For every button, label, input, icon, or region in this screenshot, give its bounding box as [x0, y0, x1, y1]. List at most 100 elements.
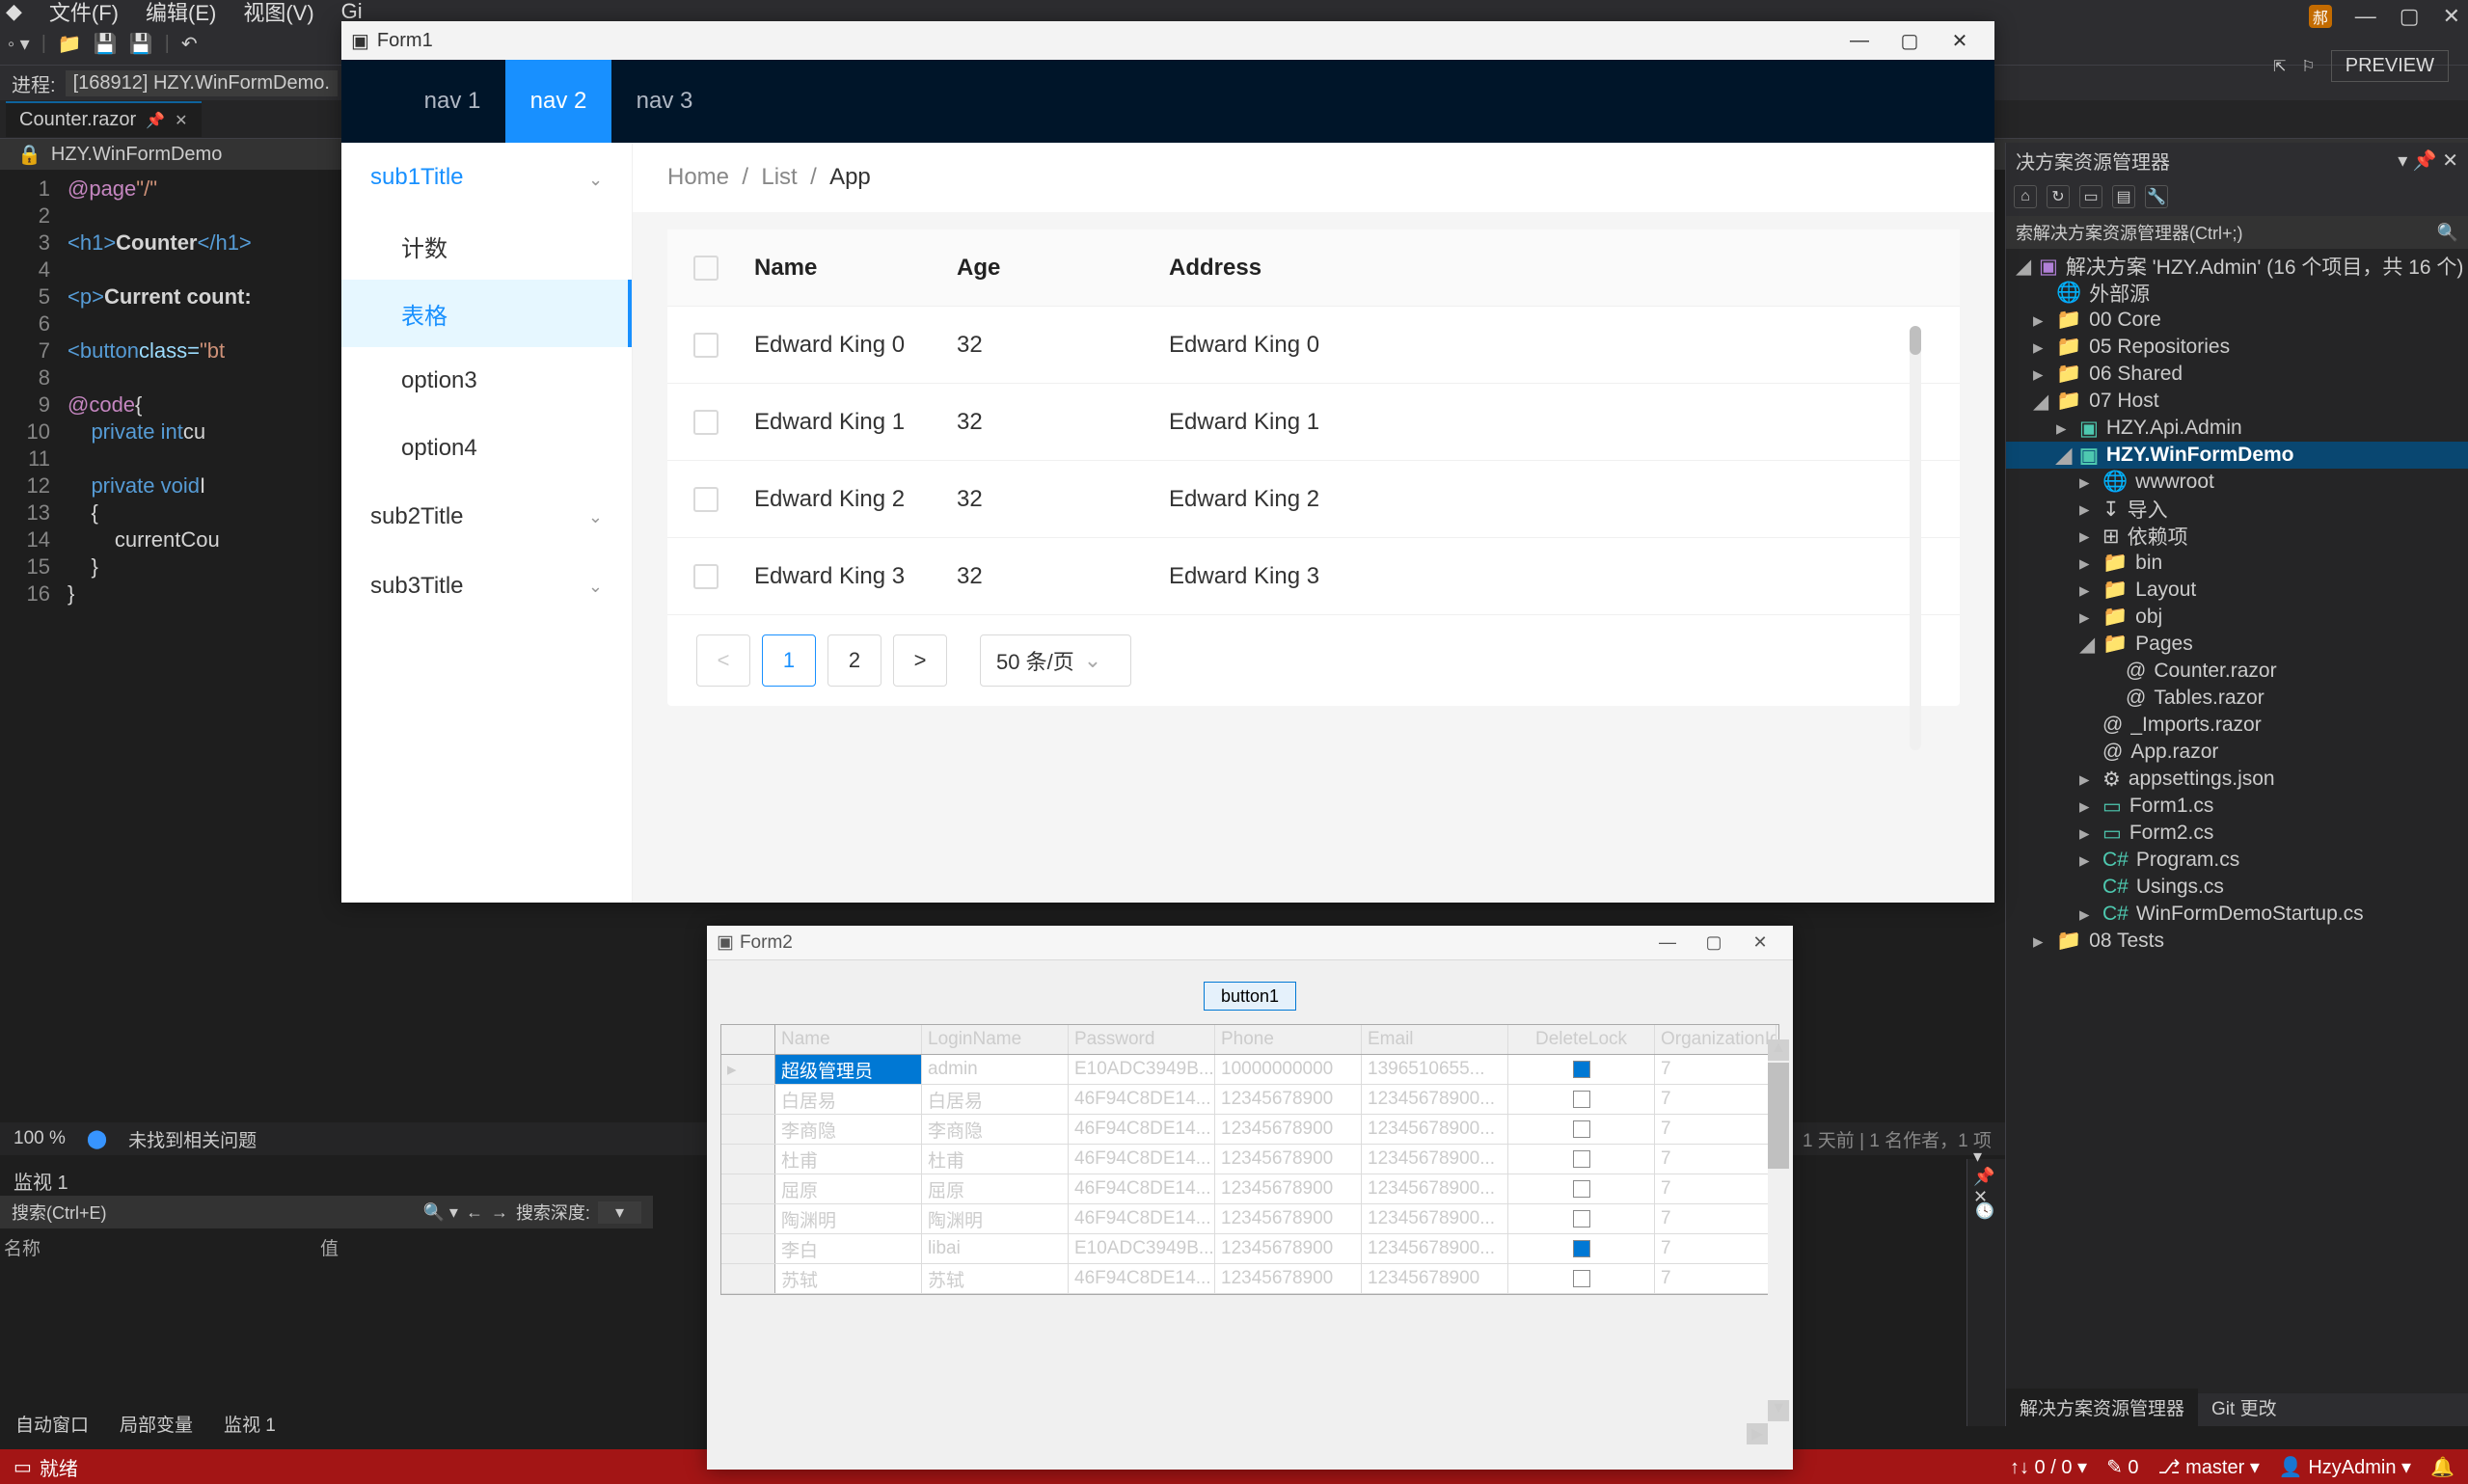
- grid-cell-login[interactable]: 李商隐: [922, 1115, 1069, 1144]
- tab-git-changes[interactable]: Git 更改: [2198, 1389, 2291, 1426]
- nav-tab-1[interactable]: nav 1: [399, 60, 505, 143]
- grid-cell-password[interactable]: E10ADC3949B...: [1069, 1234, 1215, 1263]
- grid-cell-phone[interactable]: 12345678900: [1215, 1234, 1362, 1263]
- tab-locals[interactable]: 局部变量: [104, 1405, 208, 1443]
- grid-scroll-y[interactable]: ▲ ▼: [1768, 1039, 1789, 1421]
- node-startup[interactable]: WinFormDemoStartup.cs: [2136, 903, 2364, 926]
- grid-cell-deletelock[interactable]: [1508, 1115, 1655, 1144]
- grid-cell-orgid[interactable]: 7: [1655, 1264, 1776, 1293]
- row-checkbox[interactable]: [693, 410, 719, 435]
- node-form1[interactable]: Form1.cs: [2129, 795, 2214, 818]
- crumb-home[interactable]: Home: [667, 164, 729, 191]
- node-host[interactable]: 07 Host: [2089, 390, 2158, 413]
- grid-row[interactable]: 李商隐 李商隐 46F94C8DE14... 12345678900 12345…: [721, 1115, 1778, 1145]
- process-value[interactable]: [168912] HZY.WinFormDemo.: [66, 70, 338, 96]
- menu-edit[interactable]: 编辑(E): [146, 0, 216, 27]
- breadcrumb[interactable]: Home / List / App: [633, 143, 1994, 212]
- grid-col-email[interactable]: Email: [1362, 1025, 1508, 1054]
- grid-cell-phone[interactable]: 12345678900: [1215, 1085, 1362, 1114]
- node-apiadmin[interactable]: HZY.Api.Admin: [2106, 417, 2242, 440]
- nav-tab-3[interactable]: nav 3: [611, 60, 718, 143]
- git-changes-count[interactable]: 0: [2128, 1457, 2138, 1478]
- window-close-icon[interactable]: ✕: [2443, 4, 2460, 29]
- node-imports-razor[interactable]: _Imports.razor: [2130, 714, 2261, 737]
- page-prev-button[interactable]: <: [696, 634, 750, 687]
- col-name[interactable]: Name: [745, 255, 957, 282]
- feedback-icon[interactable]: ⚐: [2301, 57, 2315, 76]
- git-branch[interactable]: master: [2185, 1457, 2244, 1478]
- tab-watch[interactable]: 监视 1: [208, 1405, 291, 1443]
- watch-search[interactable]: 搜索(Ctrl+E) 🔍 ▾←→ 搜索深度: ▾: [0, 1196, 653, 1228]
- data-grid[interactable]: Name LoginName Password Phone Email Dele…: [720, 1024, 1779, 1295]
- grid-cell-deletelock[interactable]: [1508, 1085, 1655, 1114]
- filter-icon[interactable]: ▤: [2112, 185, 2135, 208]
- side-option-1[interactable]: 计数: [341, 212, 632, 280]
- grid-corner[interactable]: [721, 1025, 775, 1054]
- account-avatar[interactable]: 郝: [2309, 5, 2332, 28]
- tab-autos[interactable]: 自动窗口: [0, 1405, 104, 1443]
- preview-button[interactable]: PREVIEW: [2331, 50, 2449, 82]
- grid-row-header[interactable]: [721, 1174, 775, 1203]
- grid-cell-login[interactable]: 白居易: [922, 1085, 1069, 1114]
- grid-cell-orgid[interactable]: 7: [1655, 1204, 1776, 1233]
- grid-cell-phone[interactable]: 12345678900: [1215, 1264, 1362, 1293]
- node-core[interactable]: 00 Core: [2089, 309, 2161, 332]
- grid-scroll-x[interactable]: ▶: [720, 1423, 1768, 1444]
- undo-icon[interactable]: ↶: [181, 32, 198, 56]
- grid-row-header[interactable]: [721, 1085, 775, 1114]
- props-icon[interactable]: 🔧: [2145, 185, 2168, 208]
- saveall-icon[interactable]: 💾: [129, 32, 153, 56]
- grid-cell-name[interactable]: 超级管理员: [775, 1055, 922, 1084]
- page-1-button[interactable]: 1: [762, 634, 816, 687]
- grid-row-header[interactable]: [721, 1234, 775, 1263]
- grid-cell-orgid[interactable]: 7: [1655, 1085, 1776, 1114]
- node-tests[interactable]: 08 Tests: [2089, 930, 2164, 953]
- grid-cell-orgid[interactable]: 7: [1655, 1174, 1776, 1203]
- grid-cell-phone[interactable]: 12345678900: [1215, 1145, 1362, 1174]
- open-folder-icon[interactable]: 📁: [58, 32, 82, 56]
- grid-cell-email[interactable]: 12345678900...: [1362, 1174, 1508, 1203]
- grid-cell-email[interactable]: 12345678900...: [1362, 1234, 1508, 1263]
- grid-cell-deletelock[interactable]: [1508, 1264, 1655, 1293]
- tab-solution-explorer[interactable]: 解决方案资源管理器: [2006, 1389, 2198, 1426]
- grid-cell-password[interactable]: 46F94C8DE14...: [1069, 1264, 1215, 1293]
- node-external[interactable]: 外部源: [2089, 279, 2150, 308]
- save-icon[interactable]: 💾: [94, 32, 118, 56]
- form1-window[interactable]: ▣ Form1 ― ▢ ✕ nav 1 nav 2 nav 3 sub1Titl…: [341, 21, 1994, 903]
- node-appsettings[interactable]: appsettings.json: [2129, 768, 2275, 791]
- grid-cell-phone[interactable]: 12345678900: [1215, 1174, 1362, 1203]
- showall-icon[interactable]: ▭: [2079, 185, 2102, 208]
- node-wwwroot[interactable]: wwwroot: [2135, 471, 2214, 494]
- pagination[interactable]: < 1 2 > 50 条/页 ⌄: [667, 615, 1960, 706]
- grid-row[interactable]: 白居易 白居易 46F94C8DE14... 12345678900 12345…: [721, 1085, 1778, 1115]
- grid-cell-login[interactable]: admin: [922, 1055, 1069, 1084]
- grid-row[interactable]: 屈原 屈原 46F94C8DE14... 12345678900 1234567…: [721, 1174, 1778, 1204]
- grid-cell-email[interactable]: 12345678900...: [1362, 1115, 1508, 1144]
- nav-back-icon[interactable]: ◦ ▾: [8, 32, 30, 56]
- grid-cell-orgid[interactable]: 7: [1655, 1145, 1776, 1174]
- grid-row[interactable]: 李白 libai E10ADC3949B... 12345678900 1234…: [721, 1234, 1778, 1264]
- vs-main-menu[interactable]: ◆ 文件(F) 编辑(E) 视图(V) Gi: [0, 0, 2468, 23]
- grid-row-header[interactable]: [721, 1145, 775, 1174]
- node-import[interactable]: 导入: [2128, 495, 2168, 524]
- form1-minimize-icon[interactable]: ―: [1834, 25, 1885, 56]
- grid-cell-name[interactable]: 屈原: [775, 1174, 922, 1203]
- select-all-checkbox[interactable]: [693, 256, 719, 281]
- window-minimize-icon[interactable]: ―: [2355, 4, 2376, 29]
- grid-cell-name[interactable]: 李商隐: [775, 1115, 922, 1144]
- node-shared[interactable]: 06 Shared: [2089, 363, 2183, 386]
- table-scrollbar[interactable]: [1910, 326, 1921, 750]
- node-pages[interactable]: Pages: [2135, 633, 2193, 656]
- grid-cell-name[interactable]: 白居易: [775, 1085, 922, 1114]
- grid-col-password[interactable]: Password: [1069, 1025, 1215, 1054]
- form1-close-icon[interactable]: ✕: [1935, 25, 1985, 56]
- table-row[interactable]: Edward King 0 32 Edward King 0: [667, 307, 1960, 384]
- node-layout[interactable]: Layout: [2135, 579, 2196, 602]
- grid-cell-orgid[interactable]: 7: [1655, 1234, 1776, 1263]
- grid-row[interactable]: 苏轼 苏轼 46F94C8DE14... 12345678900 1234567…: [721, 1264, 1778, 1294]
- crumb-list[interactable]: List: [761, 164, 797, 191]
- grid-cell-name[interactable]: 陶渊明: [775, 1204, 922, 1233]
- notifications-icon[interactable]: 🔔: [2430, 1455, 2454, 1479]
- node-winformdemo[interactable]: HZY.WinFormDemo: [2106, 444, 2294, 467]
- side-option-4[interactable]: option4: [341, 415, 632, 482]
